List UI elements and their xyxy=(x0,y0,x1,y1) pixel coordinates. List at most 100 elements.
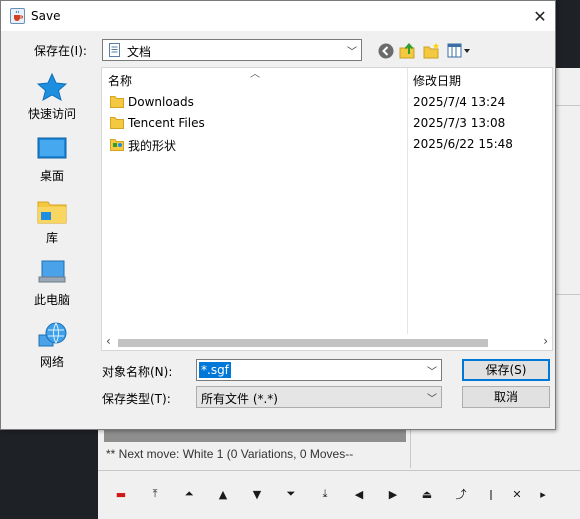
scroll-thumb[interactable] xyxy=(118,339,488,347)
toggle-button[interactable]: ▬ xyxy=(104,482,138,506)
place-quick-access[interactable]: 快速访问 xyxy=(13,69,91,129)
folder-icon xyxy=(110,116,124,129)
back-arrow-icon xyxy=(378,43,394,59)
scroll-right-icon[interactable]: › xyxy=(543,334,548,348)
divider xyxy=(556,294,580,295)
file-date: 2025/7/4 13:24 xyxy=(413,95,506,109)
goto-line-icon: ⤴ xyxy=(455,488,467,501)
file-name-value[interactable]: *.sgf xyxy=(199,362,231,378)
file-name: Tencent Files xyxy=(128,116,205,130)
look-in-value: 文档 xyxy=(127,45,152,59)
place-label: 桌面 xyxy=(39,169,64,183)
prev-move-icon: ◀ xyxy=(354,487,364,501)
divider xyxy=(556,105,580,106)
navigation-toolbar: ▬ ⤒ ⏶ ▲ ▼ ⏷ ⤓ ◀ ▶ ⏏ ⤴ ǀ ✕ ▸ xyxy=(104,482,580,506)
details-view-icon xyxy=(447,43,470,58)
documents-folder-icon xyxy=(108,43,122,61)
up-folder-icon xyxy=(399,42,415,59)
cancel-button[interactable]: 取消 xyxy=(462,386,550,408)
back-variation-button[interactable]: ▲ xyxy=(206,482,240,506)
shapes-folder-icon xyxy=(110,137,124,151)
save-dialog: Save ✕ 保存在(I): 文档 ﹀ 快速访问 桌面 库 此电脑 网络 ︿ 名… xyxy=(0,0,556,430)
file-name-label: 对象名称(N): xyxy=(102,365,173,379)
back-variation-icon: ▲ xyxy=(218,487,228,501)
prev-move-button[interactable]: ◀ xyxy=(342,482,376,506)
place-label: 快速访问 xyxy=(27,107,76,121)
delete-button[interactable]: ✕ xyxy=(504,482,530,506)
divider xyxy=(410,428,411,468)
place-this-pc[interactable]: 此电脑 xyxy=(13,255,91,315)
file-date: 2025/7/3 13:08 xyxy=(413,116,506,130)
marker-button[interactable]: ǀ xyxy=(478,482,504,506)
background-side-panel xyxy=(556,68,580,430)
place-label: 库 xyxy=(45,231,58,245)
library-icon xyxy=(37,197,67,225)
chevron-down-icon[interactable]: ﹀ xyxy=(427,390,437,405)
file-list[interactable]: ︿ 名称 修改日期 Downloads 2025/7/4 13:24 Tence… xyxy=(101,67,553,351)
place-label: 网络 xyxy=(39,355,64,369)
file-name: 我的形状 xyxy=(128,139,177,153)
star-icon xyxy=(36,72,68,102)
look-in-label: 保存在(I): xyxy=(34,44,87,58)
goto-end-variation-icon: ⤓ xyxy=(322,487,328,500)
chevron-down-icon[interactable]: ﹀ xyxy=(347,43,357,58)
next-move-icon: ▶ xyxy=(388,487,398,501)
more-icon: ▸ xyxy=(540,487,546,501)
fast-back-variation-button[interactable]: ⏶ xyxy=(172,482,206,506)
file-date: 2025/6/22 15:48 xyxy=(413,137,513,151)
next-move-button[interactable]: ▶ xyxy=(376,482,410,506)
fast-next-variation-icon: ⏷ xyxy=(286,487,296,500)
status-text: ** Next move: White 1 (0 Variations, 0 M… xyxy=(106,447,354,461)
network-globe-icon xyxy=(37,321,67,349)
divider xyxy=(98,470,580,471)
scroll-left-icon[interactable]: ‹ xyxy=(106,334,111,348)
file-row[interactable]: 我的形状 2025/6/22 15:48 xyxy=(102,134,552,155)
background-progress-bar xyxy=(104,430,406,442)
chevron-down-icon[interactable]: ﹀ xyxy=(427,363,437,378)
file-type-select[interactable]: 所有文件 (*.*) ﹀ xyxy=(196,386,442,408)
dialog-title: Save xyxy=(31,9,61,23)
delete-icon: ✕ xyxy=(512,487,522,501)
place-label: 此电脑 xyxy=(33,293,70,307)
next-variation-button[interactable]: ▼ xyxy=(240,482,274,506)
computer-icon xyxy=(37,259,67,287)
goto-line-button[interactable]: ⤴ xyxy=(444,482,478,506)
view-menu-button[interactable] xyxy=(446,41,472,61)
next-variation-icon: ▼ xyxy=(252,487,262,501)
file-type-label: 保存类型(T): xyxy=(102,392,171,406)
marker-icon: ǀ xyxy=(489,487,493,501)
column-header-name[interactable]: 名称 xyxy=(108,68,406,90)
horizontal-scrollbar[interactable]: ‹ › xyxy=(102,334,552,350)
place-desktop[interactable]: 桌面 xyxy=(13,131,91,191)
place-network[interactable]: 网络 xyxy=(13,317,91,377)
desktop-icon xyxy=(37,135,67,163)
column-header-date[interactable]: 修改日期 xyxy=(413,68,551,90)
file-name: Downloads xyxy=(128,95,194,109)
save-button[interactable]: 保存(S) xyxy=(462,359,550,381)
up-folder-button[interactable] xyxy=(398,41,418,61)
goto-main-icon: ⏏ xyxy=(421,487,433,501)
goto-start-icon: ⤒ xyxy=(152,487,158,500)
fast-back-variation-icon: ⏶ xyxy=(184,487,194,500)
more-button[interactable]: ▸ xyxy=(530,482,556,506)
close-button[interactable]: ✕ xyxy=(525,1,555,31)
place-library[interactable]: 库 xyxy=(13,193,91,253)
goto-main-button[interactable]: ⏏ xyxy=(410,482,444,506)
file-name-field[interactable]: *.sgf ﹀ xyxy=(196,359,442,381)
folder-icon xyxy=(110,95,124,108)
close-icon: ✕ xyxy=(533,6,547,26)
toggle-icon: ▬ xyxy=(115,487,127,501)
file-row[interactable]: Downloads 2025/7/4 13:24 xyxy=(102,92,552,113)
look-in-combo[interactable]: 文档 ﹀ xyxy=(102,39,362,61)
fast-next-variation-button[interactable]: ⏷ xyxy=(274,482,308,506)
goto-end-variation-button[interactable]: ⤓ xyxy=(308,482,342,506)
new-folder-button[interactable] xyxy=(422,41,442,61)
goto-start-button[interactable]: ⤒ xyxy=(138,482,172,506)
new-folder-icon xyxy=(423,43,439,59)
java-cup-icon xyxy=(10,8,25,24)
back-button[interactable] xyxy=(376,41,396,61)
dialog-titlebar[interactable]: Save ✕ xyxy=(1,1,555,31)
places-bar: 快速访问 桌面 库 此电脑 网络 xyxy=(13,67,91,387)
file-type-value: 所有文件 (*.*) xyxy=(201,392,278,406)
file-row[interactable]: Tencent Files 2025/7/3 13:08 xyxy=(102,113,552,134)
